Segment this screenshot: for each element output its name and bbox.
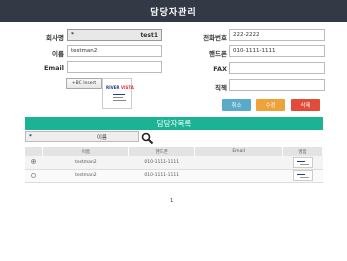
- edit-button[interactable]: 수정: [256, 99, 285, 111]
- fax-label: FAX: [213, 65, 227, 73]
- card-thumbnail[interactable]: [292, 156, 313, 168]
- search-button[interactable]: [141, 130, 154, 145]
- row-mobile: 010-1111-1111: [128, 169, 195, 183]
- business-card-logo: RIVER VISTA: [106, 85, 134, 90]
- card-thumbnail[interactable]: [292, 170, 313, 181]
- column-mobile: 핸드폰: [128, 147, 196, 156]
- business-card-image: RIVER VISTA: [102, 78, 134, 109]
- cancel-button[interactable]: 취소: [222, 99, 251, 111]
- search-field-value: 이름: [96, 134, 107, 141]
- page-title: 담당자관리: [0, 0, 347, 22]
- column-email: Email: [194, 147, 284, 156]
- name-label: 이름: [52, 50, 64, 58]
- phone-value: 222-2222: [233, 32, 260, 38]
- mobile-label: 핸드폰: [209, 50, 227, 58]
- contact-table: 이름 핸드폰 Email 명함 testman2 010-1111-1111 t…: [25, 147, 323, 183]
- column-select: [25, 147, 44, 156]
- row-email: [194, 169, 283, 183]
- column-card: 명함: [282, 147, 323, 156]
- bc-insert-button[interactable]: +BC Insert: [66, 78, 102, 89]
- position-field[interactable]: [229, 79, 325, 91]
- fax-field[interactable]: [229, 62, 325, 74]
- mobile-field[interactable]: 010-1111-1111: [229, 45, 325, 57]
- row-radio[interactable]: [31, 172, 37, 178]
- row-mobile: 010-1111-1111: [128, 156, 195, 170]
- search-field-select[interactable]: * 이름: [25, 131, 139, 142]
- table-row[interactable]: testman2 010-1111-1111: [25, 156, 323, 170]
- mobile-value: 010-1111-1111: [233, 48, 276, 54]
- name-value: testman2: [71, 48, 98, 54]
- email-label: Email: [43, 64, 64, 72]
- search-required-mark: *: [29, 133, 32, 140]
- row-radio[interactable]: [31, 159, 37, 165]
- email-field[interactable]: [67, 61, 162, 73]
- phone-label: 전화번호: [203, 34, 227, 42]
- table-row[interactable]: testman2 010-1111-1111: [25, 169, 323, 183]
- delete-button[interactable]: 삭제: [291, 99, 320, 111]
- row-email: [194, 156, 283, 170]
- row-name: testman2: [42, 169, 129, 183]
- company-label: 회사명: [46, 34, 64, 42]
- row-name: testman2: [42, 156, 129, 170]
- search-icon: [141, 132, 154, 145]
- phone-field[interactable]: 222-2222: [229, 29, 325, 41]
- company-value: test1: [140, 31, 158, 39]
- company-field[interactable]: * test1: [67, 29, 162, 41]
- position-label: 직책: [215, 84, 227, 92]
- pagination-current[interactable]: 1: [170, 198, 173, 204]
- column-name: 이름: [42, 147, 130, 156]
- name-field[interactable]: testman2: [67, 45, 162, 57]
- list-header: 담당자목록: [25, 117, 323, 130]
- required-mark: *: [71, 32, 74, 38]
